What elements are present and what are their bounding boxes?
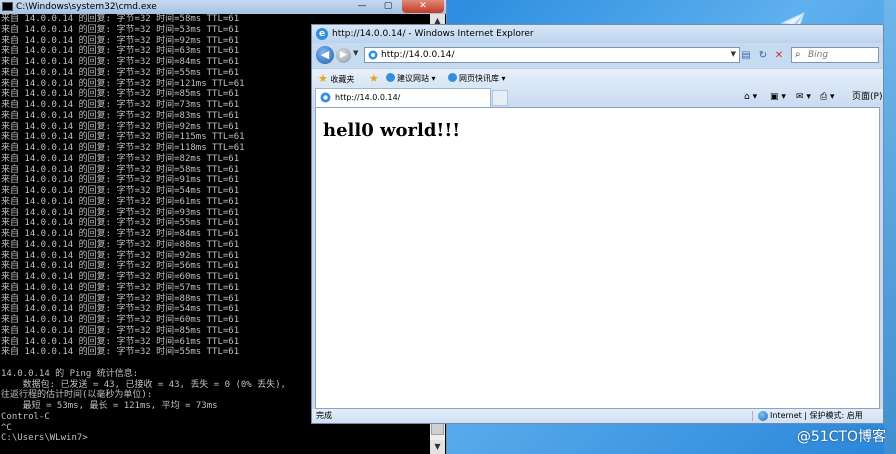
forward-button[interactable]: ▶ (336, 48, 351, 63)
stop-button[interactable]: ✕ (771, 48, 787, 63)
cmd-window-title: C:\Windows\system32\cmd.exe (16, 2, 157, 12)
console-line: ^C (1, 422, 12, 433)
page-content[interactable]: hell0 world!!! (315, 107, 880, 409)
address-dropdown-icon[interactable]: ▼ (731, 50, 736, 58)
suggested-sites-button[interactable]: 建议网站 ▾ (386, 69, 436, 88)
tab-label: http://14.0.0.14/ (335, 93, 401, 102)
favorites-star-icon: ★ (318, 72, 328, 85)
console-line: C:\Users\WLwin7> (1, 433, 88, 444)
page-icon (368, 50, 378, 60)
search-box[interactable]: ⌕ (791, 47, 879, 63)
ie-page-icon (386, 73, 395, 82)
page-icon (320, 92, 331, 103)
feeds-button[interactable]: ▣ ▾ (770, 90, 786, 104)
compatibility-view-button[interactable]: ▤ (738, 48, 754, 63)
add-favorite-icon: ★ (369, 72, 379, 85)
page-heading: hell0 world!!! (323, 120, 461, 141)
maximize-button[interactable]: ▢ (376, 0, 400, 13)
home-button[interactable]: ⌂ ▾ (744, 90, 757, 104)
ie-window-title: http://14.0.0.14/ - Windows Internet Exp… (332, 29, 534, 39)
favorites-button[interactable]: ★ 收藏夹 (318, 69, 354, 88)
favorites-label: 收藏夹 (330, 75, 355, 84)
close-button[interactable]: ✕ (402, 0, 444, 13)
ie-window[interactable]: e http://14.0.0.14/ - Windows Internet E… (311, 24, 884, 424)
new-tab-button[interactable] (492, 90, 508, 106)
add-to-favorites-button[interactable]: ★ (369, 69, 379, 88)
status-text: 完成 (316, 411, 332, 420)
tab-current[interactable]: http://14.0.0.14/ (315, 88, 491, 107)
page-menu-button[interactable]: 页面(P) ▾ (852, 90, 883, 116)
tab-bar: http://14.0.0.14/ ⌂ ▾ ▣ ▾ ✉ ▾ ⎙ ▾ 页面(P) … (312, 87, 883, 116)
refresh-button[interactable]: ↻ (755, 48, 771, 63)
ie-logo-icon: e (316, 28, 328, 40)
web-slice-label: 网页快讯库 ▾ (459, 74, 506, 83)
console-icon[interactable] (2, 2, 13, 11)
minimize-button[interactable]: — (350, 0, 374, 13)
history-dropdown-icon[interactable]: ▼ (353, 49, 358, 57)
internet-zone-icon (758, 411, 768, 421)
scroll-down-icon[interactable]: ▼ (430, 440, 445, 454)
search-icon[interactable]: ⌕ (795, 48, 801, 62)
mail-button[interactable]: ✉ ▾ (796, 90, 811, 104)
back-button[interactable]: ◀ (316, 46, 334, 64)
ie-page-icon (448, 73, 457, 82)
ie-titlebar[interactable]: e http://14.0.0.14/ - Windows Internet E… (312, 25, 883, 43)
address-bar[interactable]: ▼ (364, 47, 740, 63)
address-input[interactable] (381, 48, 721, 62)
status-bar: 完成 Internet | 保护模式: 启用 (312, 409, 883, 423)
favorites-bar: ★ 收藏夹 ★ 建议网站 ▾ 网页快讯库 ▾ (312, 68, 883, 88)
status-divider (752, 411, 753, 421)
desktop-edge (884, 0, 896, 454)
watermark: @51CTO博客 (796, 429, 886, 445)
suggested-sites-label: 建议网站 ▾ (397, 74, 436, 83)
security-zone[interactable]: Internet | 保护模式: 启用 (770, 409, 863, 423)
navigation-bar: ◀ ▶ ▼ ▼ ▤ ↻ ✕ ⌕ (312, 43, 883, 68)
search-input[interactable] (808, 48, 868, 62)
cmd-titlebar[interactable]: C:\Windows\system32\cmd.exe — ▢ ✕ (0, 0, 446, 14)
print-button[interactable]: ⎙ ▾ (820, 90, 835, 104)
web-slice-gallery-button[interactable]: 网页快讯库 ▾ (448, 69, 506, 88)
